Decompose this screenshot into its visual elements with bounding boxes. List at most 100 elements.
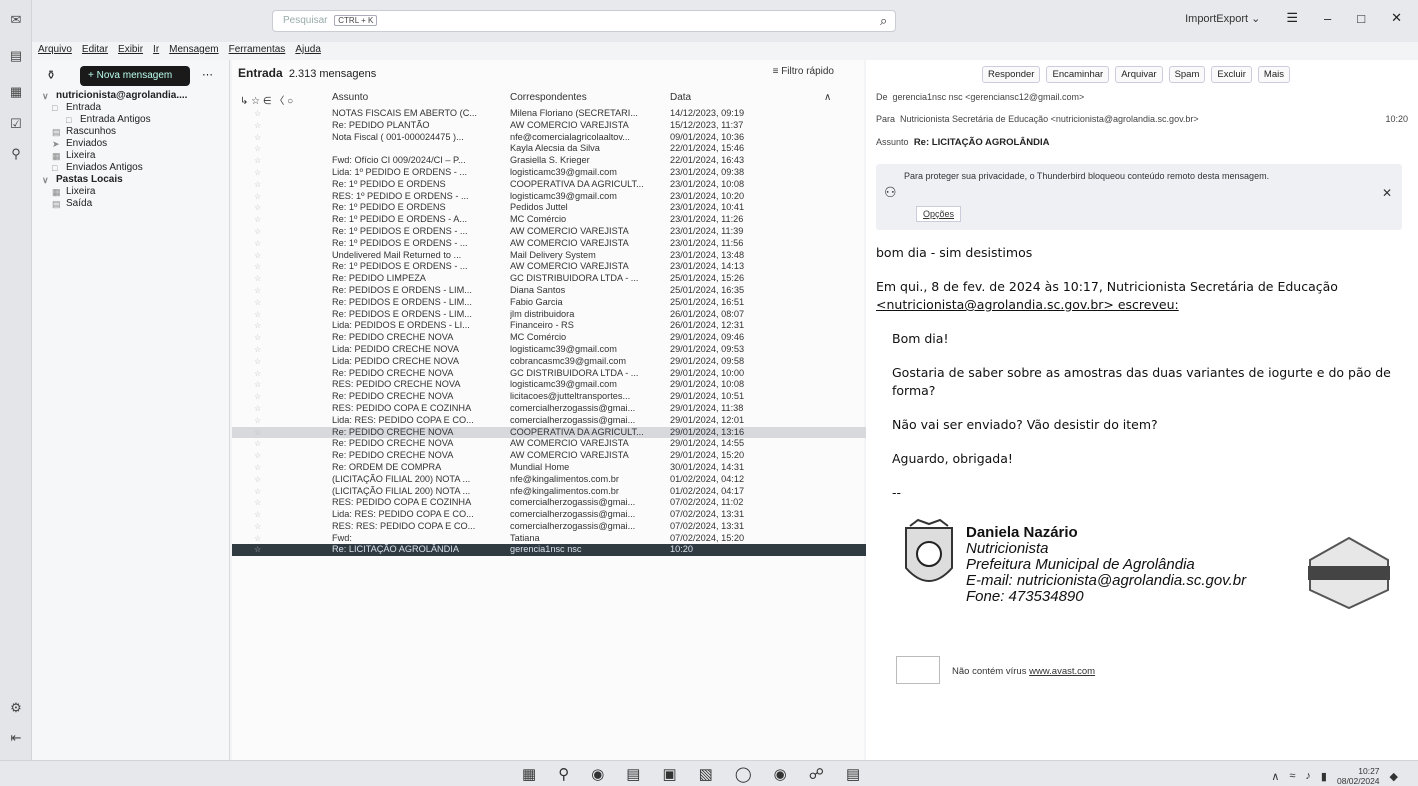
message-row[interactable]: ☆ Re: PEDIDO CRECHE NOVA GC DISTRIBUIDORA … xyxy=(232,368,872,380)
star-icon[interactable]: ☆ xyxy=(254,332,334,344)
chat-icon[interactable]: ⚲ xyxy=(8,146,24,161)
star-icon[interactable]: ☆ xyxy=(254,544,334,556)
word-icon[interactable]: ▣ xyxy=(662,765,676,783)
col-date[interactable]: Data xyxy=(670,92,691,103)
maximize-icon[interactable]: □ xyxy=(1357,11,1365,26)
collapse-icon[interactable]: ⇤ xyxy=(8,730,24,745)
star-icon[interactable]: ☆ xyxy=(254,309,334,321)
star-icon[interactable]: ☆ xyxy=(254,415,334,427)
message-row[interactable]: ☆ Lida: PEDIDOS E ORDENS - LI... Financeir… xyxy=(232,320,872,332)
local-folders-row[interactable]: ∨ Pastas Locais xyxy=(42,174,187,186)
menu-ferramentas[interactable]: Ferramentas xyxy=(229,44,286,55)
widgets-icon[interactable]: ◉ xyxy=(591,765,604,783)
start-icon[interactable]: ▦ xyxy=(522,765,536,783)
message-row[interactable]: ☆ Re: 1º PEDIDO E ORDENS Pedidos Juttel 23/… xyxy=(232,202,872,214)
reply-button[interactable]: Responder xyxy=(982,66,1041,83)
menu-ajuda[interactable]: Ajuda xyxy=(295,44,321,55)
message-row[interactable]: ☆ Re: PEDIDO LIMPEZA GC DISTRIBUIDORA LTDA… xyxy=(232,273,872,285)
calendar-icon[interactable]: ▦ xyxy=(8,84,24,99)
folder-outbox[interactable]: ▤ Saída xyxy=(42,198,187,210)
star-icon[interactable]: ☆ xyxy=(254,462,334,474)
settings-icon[interactable]: ⚙ xyxy=(8,700,24,715)
message-row[interactable]: ☆ Re: PEDIDO CRECHE NOVA AW COMERCIO VAREJ… xyxy=(232,450,872,462)
star-icon[interactable]: ☆ xyxy=(254,214,334,226)
more-button[interactable]: Mais xyxy=(1257,66,1290,83)
more-options-icon[interactable]: ⋯ xyxy=(202,68,213,81)
star-icon[interactable]: ☆ xyxy=(254,368,334,380)
message-row[interactable]: ☆ Re: ORDEM DE COMPRA Mundial Home 30/01/20… xyxy=(232,462,872,474)
message-row[interactable]: ☆ Lida: RES: PEDIDO COPA E CO... comercial… xyxy=(232,509,872,521)
star-icon[interactable]: ☆ xyxy=(254,226,334,238)
message-row[interactable]: ☆ Re: 1º PEDIDOS E ORDENS - ... AW COMERCI… xyxy=(232,238,872,250)
message-row[interactable]: ☆ RES: PEDIDO CRECHE NOVA logisticamc39@gm… xyxy=(232,379,872,391)
star-icon[interactable]: ☆ xyxy=(254,497,334,509)
message-row[interactable]: ☆ Kayla Alecsia da Silva 22/01/2024, 15:46 xyxy=(232,143,872,155)
to-value[interactable]: Nutricionista Secretária de Educação <nu… xyxy=(900,114,1199,124)
browser-icon[interactable]: ◯ xyxy=(735,765,752,783)
message-row[interactable]: ☆ Re: LICITAÇÃO AGROLÂNDIA gerencia1nsc ns… xyxy=(232,544,872,557)
message-row[interactable]: ☆ Lida: 1º PEDIDO E ORDENS - ... logistica… xyxy=(232,167,872,179)
folder-trash[interactable]: ▦ Lixeira xyxy=(42,150,187,162)
message-row[interactable]: ☆ Re: 1º PEDIDO E ORDENS COOPERATIVA DA AG… xyxy=(232,179,872,191)
star-icon[interactable]: ☆ xyxy=(254,179,334,191)
col-subject[interactable]: Assunto xyxy=(332,92,368,103)
tasks-icon[interactable]: ☑ xyxy=(8,116,24,131)
star-icon[interactable]: ☆ xyxy=(254,391,334,403)
volume-icon[interactable]: ♪ xyxy=(1305,770,1311,782)
folder-drafts[interactable]: ▤ Rascunhos xyxy=(42,126,187,138)
star-icon[interactable]: ☆ xyxy=(254,533,334,545)
folder-local-trash[interactable]: ▦ Lixeira xyxy=(42,186,187,198)
close-icon[interactable]: ✕ xyxy=(1382,186,1392,200)
message-row[interactable]: ☆ Re: PEDIDO CRECHE NOVA COOPERATIVA DA AG… xyxy=(232,426,872,439)
avast-link[interactable]: www.avast.com xyxy=(1029,666,1095,677)
sort-icon[interactable]: ∧ xyxy=(824,92,831,103)
star-icon[interactable]: ☆ xyxy=(254,297,334,309)
search-icon[interactable]: ⚲ xyxy=(558,765,569,783)
folder-inbox-old[interactable]: □ Entrada Antigos xyxy=(42,114,187,126)
message-row[interactable]: ☆ RES: RES: PEDIDO COPA E CO... comercialh… xyxy=(232,521,872,533)
message-row[interactable]: ☆ Re: PEDIDO PLANTÃO AW COMERCIO VAREJISTA… xyxy=(232,120,872,132)
notes-icon[interactable]: ▧ xyxy=(699,765,713,783)
message-row[interactable]: ☆ RES: 1º PEDIDO E ORDENS - ... logisticam… xyxy=(232,191,872,203)
star-icon[interactable]: ☆ xyxy=(254,403,334,415)
star-icon[interactable]: ☆ xyxy=(254,509,334,521)
edge-icon[interactable]: ☍ xyxy=(809,765,824,783)
quote-email-link[interactable]: <nutricionista@agrolandia.sc.gov.br> esc… xyxy=(876,296,1402,314)
archive-button[interactable]: Arquivar xyxy=(1115,66,1163,83)
message-row[interactable]: ☆ RES: PEDIDO COPA E COZINHA comercialherz… xyxy=(232,403,872,415)
star-icon[interactable]: ☆ xyxy=(254,191,334,203)
star-icon[interactable]: ☆ xyxy=(254,450,334,462)
star-icon[interactable]: ☆ xyxy=(254,356,334,368)
message-row[interactable]: ☆ Lida: PEDIDO CRECHE NOVA logisticamc39@g… xyxy=(232,344,872,356)
message-row[interactable]: ☆ Re: PEDIDO CRECHE NOVA MC Comércio 29/01/… xyxy=(232,332,872,344)
menu-icon[interactable]: ☰ xyxy=(1286,10,1298,26)
search-icon[interactable]: ⌕ xyxy=(880,13,887,29)
star-icon[interactable]: ☆ xyxy=(254,167,334,179)
minimize-icon[interactable]: – xyxy=(1324,11,1331,26)
search-input[interactable]: Pesquisar CTRL + K xyxy=(272,10,896,32)
message-row[interactable]: ☆ Re: 1º PEDIDO E ORDENS - A... MC Comérci… xyxy=(232,214,872,226)
new-message-button[interactable]: + Nova mensagem xyxy=(80,66,190,86)
message-row[interactable]: ☆ Re: 1º PEDIDOS E ORDENS - ... AW COMERCI… xyxy=(232,261,872,273)
message-row[interactable]: ☆ (LICITAÇÃO FILIAL 200) NOTA ... nfe@king… xyxy=(232,486,872,498)
star-icon[interactable]: ☆ xyxy=(254,120,334,132)
star-icon[interactable]: ☆ xyxy=(254,486,334,498)
message-row[interactable]: ☆ (LICITAÇÃO FILIAL 200) NOTA ... nfe@king… xyxy=(232,474,872,486)
star-icon[interactable]: ☆ xyxy=(254,521,334,533)
forward-button[interactable]: Encaminhar xyxy=(1046,66,1110,83)
message-row[interactable]: ☆ Re: 1º PEDIDOS E ORDENS - ... AW COMERCI… xyxy=(232,226,872,238)
clock[interactable]: 10:27 08/02/2024 xyxy=(1337,766,1380,786)
folder-sent-old[interactable]: □ Enviados Antigos xyxy=(42,162,187,174)
notification-icon[interactable]: ◆ xyxy=(1390,770,1398,783)
star-icon[interactable]: ☆ xyxy=(254,261,334,273)
star-icon[interactable]: ☆ xyxy=(254,132,334,144)
folder-inbox[interactable]: □ Entrada xyxy=(42,102,187,114)
account-row[interactable]: ∨ nutricionista@agrolandia.... xyxy=(42,90,187,102)
message-row[interactable]: ☆ Re: PEDIDO CRECHE NOVA AW COMERCIO VAREJ… xyxy=(232,438,872,450)
star-icon[interactable]: ☆ xyxy=(254,344,334,356)
star-icon[interactable]: ☆ xyxy=(254,273,334,285)
star-icon[interactable]: ☆ xyxy=(254,108,334,120)
message-row[interactable]: ☆ NOTAS FISCAIS EM ABERTO (C... Milena Flo… xyxy=(232,108,872,120)
quick-filter-button[interactable]: ≡ Filtro rápido xyxy=(773,66,834,77)
file-explorer-icon[interactable]: ▤ xyxy=(626,765,640,783)
